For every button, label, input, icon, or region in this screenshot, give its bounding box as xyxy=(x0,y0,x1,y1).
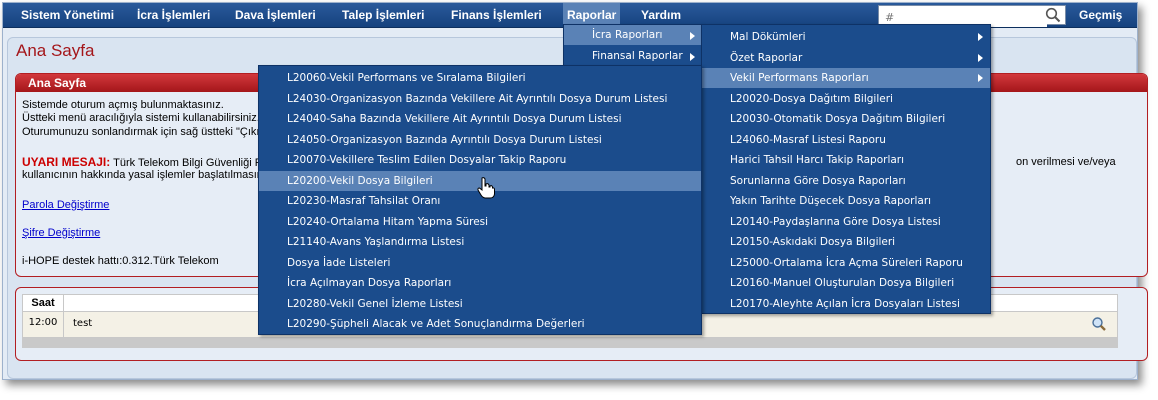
warning-line: UYARI MESAJI: Türk Telekom Bilgi Güvenli… xyxy=(22,155,271,169)
vekil-menu-item[interactable]: Dosya İade Listeleri xyxy=(259,253,701,273)
support-line: i-HOPE destek hattı:0.312.Türk Telekom xyxy=(22,255,219,267)
vekil-menu-item[interactable]: L20070-Vekillere Teslim Edilen Dosyalar … xyxy=(259,150,701,170)
icra-menu-item[interactable]: Özet Raporlar xyxy=(702,48,990,68)
raporlar-dropdown: İcra Raporları Finansal Raporlar xyxy=(563,24,702,68)
icra-menu-item[interactable]: Sorunlarına Göre Dosya Raporları xyxy=(702,171,990,191)
search-icon[interactable] xyxy=(1045,7,1061,23)
change-password-link[interactable]: Parola Değiştirme xyxy=(22,199,109,211)
change-pin-link[interactable]: Şifre Değiştirme xyxy=(22,227,100,239)
icra-raporlari-submenu: Mal Dökümleri Özet Raporlar Vekil Performa… xyxy=(701,24,991,314)
vekil-menu-item[interactable]: L20240-Ortalama Hitam Yapma Süresi xyxy=(259,212,701,232)
vekil-menu-item[interactable]: L21140-Avans Yaşlandırma Listesi xyxy=(259,232,701,252)
page-title: Ana Sayfa xyxy=(16,41,95,60)
row-time: 12:00 xyxy=(23,312,64,337)
usage-text: Üstteki menü aracılığıyla sistemi kullan… xyxy=(22,112,260,124)
arrow-right-icon xyxy=(690,32,695,40)
vekil-menu-item[interactable]: L20280-Vekil Genel İzleme Listesi xyxy=(259,294,701,314)
submenu-icra-raporlari[interactable]: İcra Raporları xyxy=(564,25,701,45)
icra-menu-item[interactable]: L20170-Aleyhte Açılan İcra Dosyaları Lis… xyxy=(702,294,990,314)
icra-menu-item[interactable]: L20140-Paydaşlarına Göre Dosya Listesi xyxy=(702,212,990,232)
table-footer xyxy=(22,338,1118,348)
warning-text-right: on verilmesi ve/veya xyxy=(1016,156,1116,168)
vekil-menu-item[interactable]: L20290-Şüpheli Alacak ve Adet Sonuçlandı… xyxy=(259,314,701,334)
hand-cursor-icon xyxy=(477,177,495,199)
warning-line-2: kullanıcının hakkında yasal işlemler baş… xyxy=(22,169,270,181)
row-message: test xyxy=(73,318,93,329)
vekil-menu-item[interactable]: L24030-Organizasyon Bazında Vekillere Ai… xyxy=(259,89,701,109)
search-box xyxy=(878,5,1066,27)
arrow-right-icon xyxy=(978,33,983,41)
menu-icra-islemleri[interactable]: İcra İşlemleri xyxy=(137,3,210,27)
menu-finans-islemleri[interactable]: Finans İşlemleri xyxy=(451,3,542,27)
vekil-menu-item[interactable]: L24050-Organizasyon Bazında Ayrıntılı Do… xyxy=(259,130,701,150)
icra-menu-item[interactable]: Harici Tahsil Harcı Takip Raporları xyxy=(702,150,990,170)
icra-menu-item[interactable]: Yakın Tarihte Düşecek Dosya Raporları xyxy=(702,191,990,211)
arrow-right-icon xyxy=(978,53,983,62)
menu-dava-islemleri[interactable]: Dava İşlemleri xyxy=(235,3,316,27)
icra-menu-item[interactable]: Mal Dökümleri xyxy=(702,27,990,47)
warning-text: Türk Telekom Bilgi Güvenliği Pol xyxy=(110,157,271,169)
icra-menu-item[interactable]: Vekil Performans Raporları xyxy=(702,68,990,88)
menu-talep-islemleri[interactable]: Talep İşlemleri xyxy=(342,3,424,27)
logout-text: Oturumunuzu sonlandırmak için sağ üsttek… xyxy=(22,126,265,138)
session-text: Sistemde oturum açmış bulunmaktasınız. xyxy=(22,99,224,111)
icra-menu-item[interactable]: L20020-Dosya Dağıtım Bilgileri xyxy=(702,89,990,109)
icra-menu-item[interactable]: L20030-Otomatik Dosya Dağıtım Bilgileri xyxy=(702,109,990,129)
arrow-right-icon xyxy=(690,53,695,61)
icra-menu-item[interactable]: L24060-Masraf Listesi Raporu xyxy=(702,130,990,150)
warning-label: UYARI MESAJI: xyxy=(22,155,111,169)
menu-sistem-yonetimi[interactable]: Sistem Yönetimi xyxy=(21,3,114,27)
arrow-right-icon xyxy=(978,74,983,82)
column-header-saat: Saat xyxy=(23,295,64,311)
vekil-menu-item[interactable]: L20060-Vekil Performans ve Sıralama Bilg… xyxy=(259,68,701,88)
icra-menu-item[interactable]: L20160-Manuel Oluşturulan Dosya Bilgiler… xyxy=(702,273,990,293)
vekil-menu-item[interactable]: İcra Açılmayan Dosya Raporları xyxy=(259,273,701,293)
vekil-menu-item[interactable]: L24040-Saha Bazında Vekillere Ait Ayrınt… xyxy=(259,109,701,129)
vekil-performans-submenu: L20060-Vekil Performans ve Sıralama Bilg… xyxy=(258,65,702,335)
icra-menu-item[interactable]: L25000-Ortalama İcra Açma Süreleri Rapor… xyxy=(702,253,990,273)
history-button[interactable]: Geçmiş xyxy=(1079,3,1122,27)
icra-menu-item[interactable]: L20150-Askıdaki Dosya Bilgileri xyxy=(702,232,990,252)
magnifier-icon[interactable] xyxy=(1091,316,1107,332)
submenu-finansal-raporlar[interactable]: Finansal Raporlar xyxy=(564,46,701,66)
